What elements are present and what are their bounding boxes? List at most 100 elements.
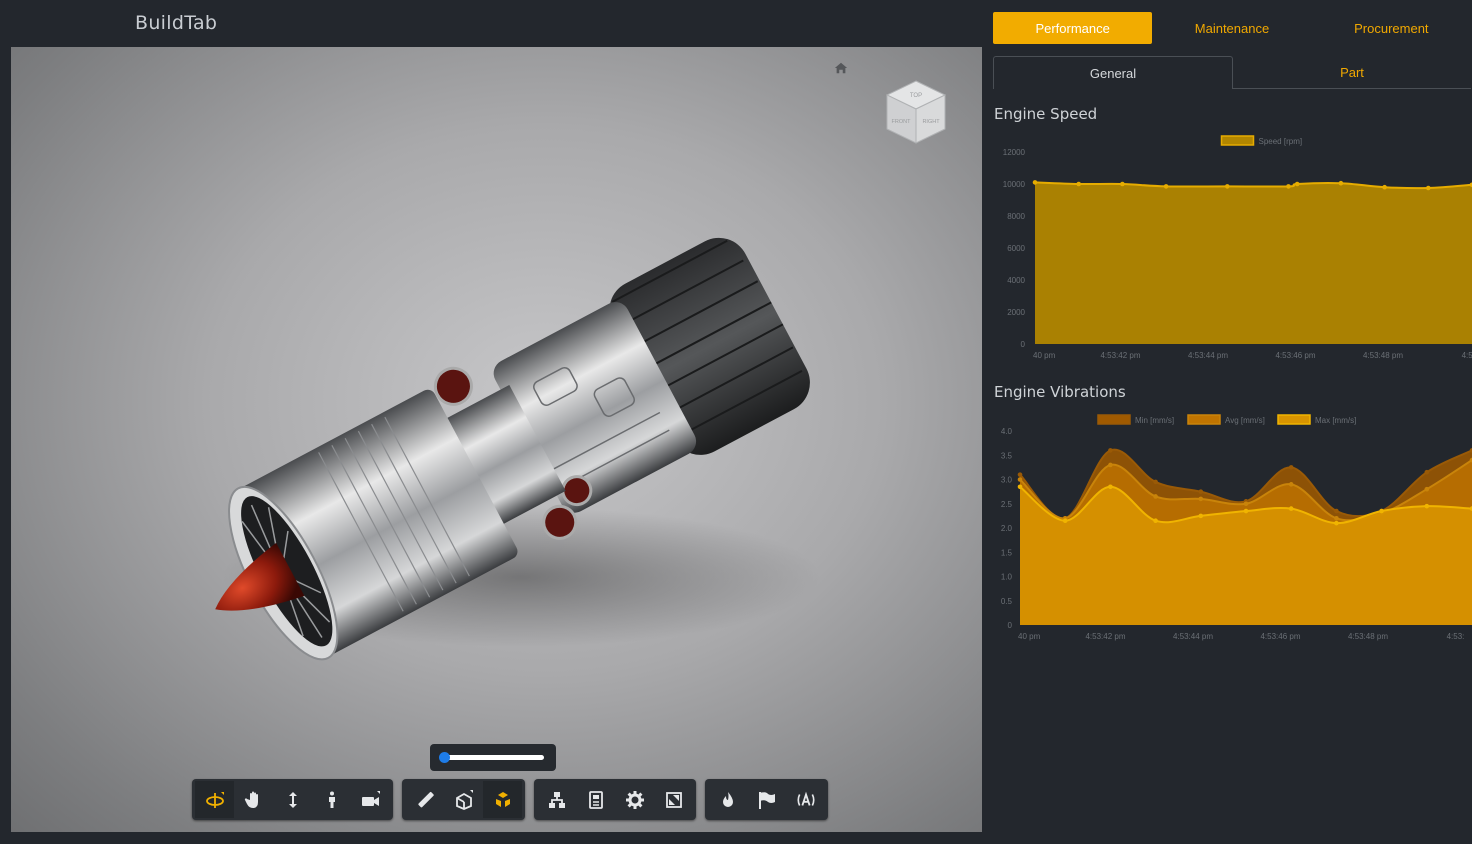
data-point[interactable] [1334,516,1339,521]
data-point[interactable] [1153,494,1158,499]
data-point[interactable] [1198,496,1204,502]
analysis-tools [402,779,525,820]
3d-viewer[interactable]: TOP FRONT RIGHT [11,47,982,832]
x-tick-label: 4:53:44 pm [1173,632,1213,641]
data-point[interactable] [1334,508,1339,514]
data-point[interactable] [1017,484,1023,490]
app-title: BuildTab [135,12,218,34]
x-tick-label: 4:53: [1447,632,1465,641]
y-tick-label: 2.5 [1001,500,1013,509]
tab-maintenance[interactable]: Maintenance [1152,12,1311,44]
data-point[interactable] [1243,508,1249,514]
y-tick-label: 1.0 [1001,573,1013,582]
explode-icon[interactable] [483,781,522,818]
pan-icon[interactable] [234,781,273,818]
data-point[interactable] [1379,508,1384,514]
data-point[interactable] [1062,518,1068,524]
settings-tools [534,779,696,820]
view-cube-front: FRONT [892,119,912,125]
data-point[interactable] [1198,513,1204,519]
tab-part[interactable]: Part [1233,56,1471,88]
data-point[interactable] [1017,477,1023,482]
first-person-icon[interactable] [312,781,351,818]
legend-item[interactable]: Max [mm/s] [1277,414,1356,425]
legend-swatch [1220,135,1255,146]
legend-label: Speed [rpm] [1259,137,1303,146]
x-tick-label: 4:53:48 pm [1348,632,1388,641]
tab-general[interactable]: General [993,56,1233,89]
x-tick-label: 40 pm [1033,351,1056,360]
data-point[interactable] [1424,503,1430,509]
y-tick-label: 2.0 [1001,524,1013,533]
data-point[interactable] [1424,486,1430,492]
fullscreen-icon[interactable] [654,781,693,818]
x-tick-label: 4:53:44 pm [1188,351,1228,360]
viewer-toolbar [192,779,828,820]
data-point[interactable] [1108,462,1113,468]
data-point[interactable] [1382,184,1387,190]
x-tick-label: 40 pm [1018,632,1041,641]
x-tick-label: 4:53:42 pm [1100,351,1140,360]
y-tick-label: 3.0 [1001,476,1013,485]
camera-icon[interactable] [351,781,390,818]
data-point[interactable] [1108,448,1113,453]
tab-performance[interactable]: Performance [993,12,1153,44]
sensor-icon[interactable] [786,781,825,818]
view-cube-right: RIGHT [922,119,940,125]
data-point[interactable] [1288,465,1294,470]
tab-procurement[interactable]: Procurement [1312,12,1471,44]
zoom-icon[interactable] [273,781,312,818]
section-icon[interactable] [444,781,483,818]
properties-icon[interactable] [576,781,615,818]
legend-label: Max [mm/s] [1315,416,1356,425]
x-tick-label: 4:53:48 pm [1363,351,1403,360]
data-point[interactable] [1288,506,1294,511]
heat-icon[interactable] [708,781,747,818]
data-point[interactable] [1224,184,1230,189]
data-point[interactable] [1243,501,1249,507]
data-point[interactable] [1163,184,1169,189]
data-point[interactable] [1288,482,1294,487]
section-slider-thumb[interactable] [439,752,450,763]
legend-item[interactable]: Min [mm/s] [1097,414,1174,425]
engine-speed-chart[interactable]: 0 2000 4000 6000 8000 10000 12000 40 pm 4:53:42 … [993,130,1472,370]
measure-icon[interactable] [405,781,444,818]
x-tick-label: 4:53:46 pm [1260,632,1300,641]
series-area [1035,182,1472,344]
extension-tools [705,779,828,820]
data-point[interactable] [1198,489,1204,494]
x-tick-label: 4:53:42 pm [1085,632,1125,641]
y-tick-label: 4000 [1007,276,1025,285]
flag-icon[interactable] [747,781,786,818]
legend-label: Min [mm/s] [1135,416,1174,425]
view-cube[interactable]: TOP FRONT RIGHT [883,77,949,147]
data-point[interactable] [1076,181,1081,187]
data-point[interactable] [1424,469,1430,475]
navigation-tools [192,779,393,820]
data-point[interactable] [1334,520,1339,526]
model-browser-icon[interactable] [537,781,576,818]
y-tick-label: 8000 [1007,212,1025,221]
data-point[interactable] [1153,479,1158,485]
data-point[interactable] [1286,184,1291,189]
legend-item[interactable]: Avg [mm/s] [1187,414,1265,425]
data-point[interactable] [1426,185,1431,191]
engine-vibrations-chart[interactable]: 0 0.5 1.0 1.5 2.0 2.5 3.0 3.5 4.0 40 pm 4:53:42 pm… [993,408,1472,648]
app-root: BuildTab TOP FRONT RIGHT Performance Mai… [0,0,1472,844]
orbit-icon[interactable] [195,781,234,818]
section-slider-track [442,755,544,760]
legend-item[interactable]: Speed [rpm] [1220,135,1303,146]
home-icon[interactable] [834,61,852,79]
settings-icon[interactable] [615,781,654,818]
section-slider[interactable] [430,744,556,771]
data-point[interactable] [1108,484,1113,490]
data-point[interactable] [1120,181,1125,187]
jet-engine-model[interactable] [191,217,831,687]
data-point[interactable] [1032,180,1038,185]
data-point[interactable] [1017,472,1023,477]
data-point[interactable] [1338,180,1344,186]
data-point[interactable] [1153,518,1158,524]
data-point[interactable] [1294,181,1300,187]
x-tick-label: 4:53:46 pm [1275,351,1315,360]
y-tick-label: 1.5 [1001,548,1013,557]
